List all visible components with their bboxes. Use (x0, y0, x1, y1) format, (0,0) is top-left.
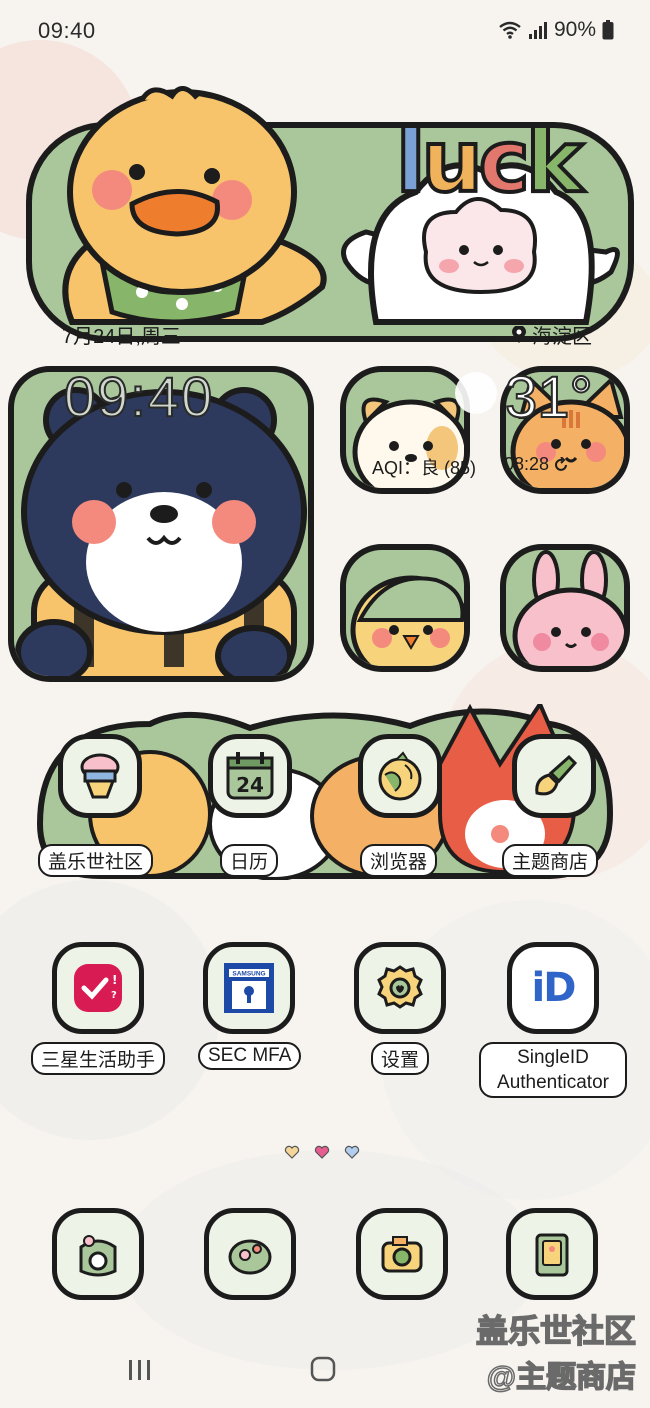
camera-glyph-icon (381, 1236, 423, 1273)
samsung-life-assistant-icon[interactable]: ! ? (52, 942, 144, 1034)
page-dot-1[interactable] (284, 1144, 300, 1160)
app-browser[interactable] (352, 734, 448, 818)
app-theme-store[interactable] (506, 734, 602, 818)
signal-icon (528, 22, 547, 39)
luck-wordmark: luck (394, 110, 585, 214)
weather-icon (455, 372, 497, 414)
settings-icon[interactable] (354, 942, 446, 1034)
svg-text:!: ! (112, 973, 117, 987)
app-samsung-life-assistant[interactable]: ! ? 三星生活助手 (26, 942, 170, 1075)
animal-strip-widget: 盖乐世社区 24 日历 浏览器 主题商店 (30, 704, 620, 880)
singleid-logo-icon: iD (531, 965, 577, 1011)
sec-mfa-icon[interactable]: SAMSUNG (203, 942, 295, 1034)
weather-updated[interactable]: 08:28 (504, 454, 569, 475)
page-dot-3[interactable] (344, 1144, 360, 1160)
paint-brush-icon (535, 754, 578, 796)
app-calendar[interactable]: 24 (202, 734, 298, 818)
camera-bag-glyph-icon (79, 1235, 117, 1277)
lock-badge-icon: SAMSUNG (224, 963, 274, 1013)
calendar-label[interactable]: 日历 (220, 844, 279, 877)
checklist-icon: ! ? (74, 964, 122, 1012)
bird-illustration (350, 575, 464, 666)
dock-flower-cup[interactable] (202, 1208, 298, 1300)
calendar-icon[interactable]: 24 (208, 734, 292, 818)
updated-time: 08:28 (504, 454, 550, 474)
gear-icon (377, 965, 423, 1009)
samsung-badge-text: SAMSUNG (232, 971, 265, 978)
page-indicator[interactable] (284, 1144, 360, 1160)
app-settings[interactable]: 设置 (352, 942, 448, 1075)
widget-clock[interactable]: 09:40 (63, 364, 214, 429)
battery-icon (602, 20, 614, 40)
flower-cup-glyph-icon (228, 1239, 272, 1275)
camera-bag-icon[interactable] (52, 1208, 144, 1300)
globe-icon (378, 751, 422, 801)
bunny-tile[interactable] (500, 544, 630, 672)
dock-camera[interactable] (354, 1208, 450, 1300)
status-bar: 09:40 90% (0, 0, 650, 60)
theme-store-label[interactable]: 主题商店 (502, 844, 599, 877)
photo-camera-icon[interactable] (356, 1208, 448, 1300)
app-sec-mfa[interactable]: SAMSUNG SEC MFA (198, 942, 302, 1070)
dock-camera-bag[interactable] (50, 1208, 146, 1300)
luck-letter-l: l (394, 110, 428, 214)
status-icons: 90% (498, 18, 614, 42)
dessert-cup-icon (80, 753, 120, 799)
gallery-glyph-icon (535, 1233, 569, 1277)
wifi-icon (499, 21, 521, 39)
browser-label[interactable]: 浏览器 (360, 844, 438, 877)
app-galaxy-community[interactable] (52, 734, 148, 818)
luck-banner-widget[interactable]: luck (26, 72, 634, 342)
location-name: 海淀区 (532, 326, 592, 348)
duck-illustration (62, 86, 327, 325)
sec-mfa-label: SEC MFA (198, 1042, 302, 1070)
battery-percent: 90% (553, 18, 596, 41)
luck-letter-u: u (419, 110, 484, 214)
status-time: 09:40 (38, 18, 96, 43)
gallery-icon[interactable] (506, 1208, 598, 1300)
samsung-life-assistant-label: 三星生活助手 (30, 1042, 165, 1075)
date-location-row[interactable]: 7月24日,周三 海淀区 (62, 320, 592, 350)
navigation-bar (0, 1340, 650, 1400)
theme-store-icon[interactable] (512, 734, 596, 818)
settings-label: 设置 (370, 1042, 429, 1075)
air-quality: AQI：良 (85) (372, 458, 477, 478)
svg-text:?: ? (111, 990, 117, 1001)
bird-tile[interactable] (340, 544, 470, 672)
galaxy-community-icon[interactable] (58, 734, 142, 818)
refresh-icon[interactable] (553, 456, 569, 473)
flower-cup-icon[interactable] (204, 1208, 296, 1300)
calendar-glyph-icon: 24 (226, 752, 274, 800)
app-singleid-authenticator[interactable]: iD SingleID Authenticator (478, 942, 628, 1098)
temperature[interactable]: 31° (504, 364, 594, 431)
galaxy-community-label[interactable]: 盖乐世社区 (38, 844, 154, 877)
home-icon[interactable] (310, 1356, 336, 1382)
location-pin-icon (512, 325, 526, 343)
singleid-label: SingleID Authenticator (479, 1042, 627, 1098)
bunny-illustration (512, 550, 624, 666)
page-dot-2-active[interactable] (314, 1144, 330, 1160)
singleid-icon[interactable]: iD (507, 942, 599, 1034)
browser-icon[interactable] (358, 734, 442, 818)
luck-letter-k: k (524, 110, 585, 214)
luck-letter-c: c (477, 110, 532, 214)
calendar-day-number: 24 (236, 773, 264, 797)
widget-date: 7月24日,周三 (62, 326, 181, 348)
dock-gallery[interactable] (504, 1208, 600, 1300)
location: 海淀区 (512, 320, 592, 349)
recent-apps-icon[interactable] (126, 1358, 154, 1382)
